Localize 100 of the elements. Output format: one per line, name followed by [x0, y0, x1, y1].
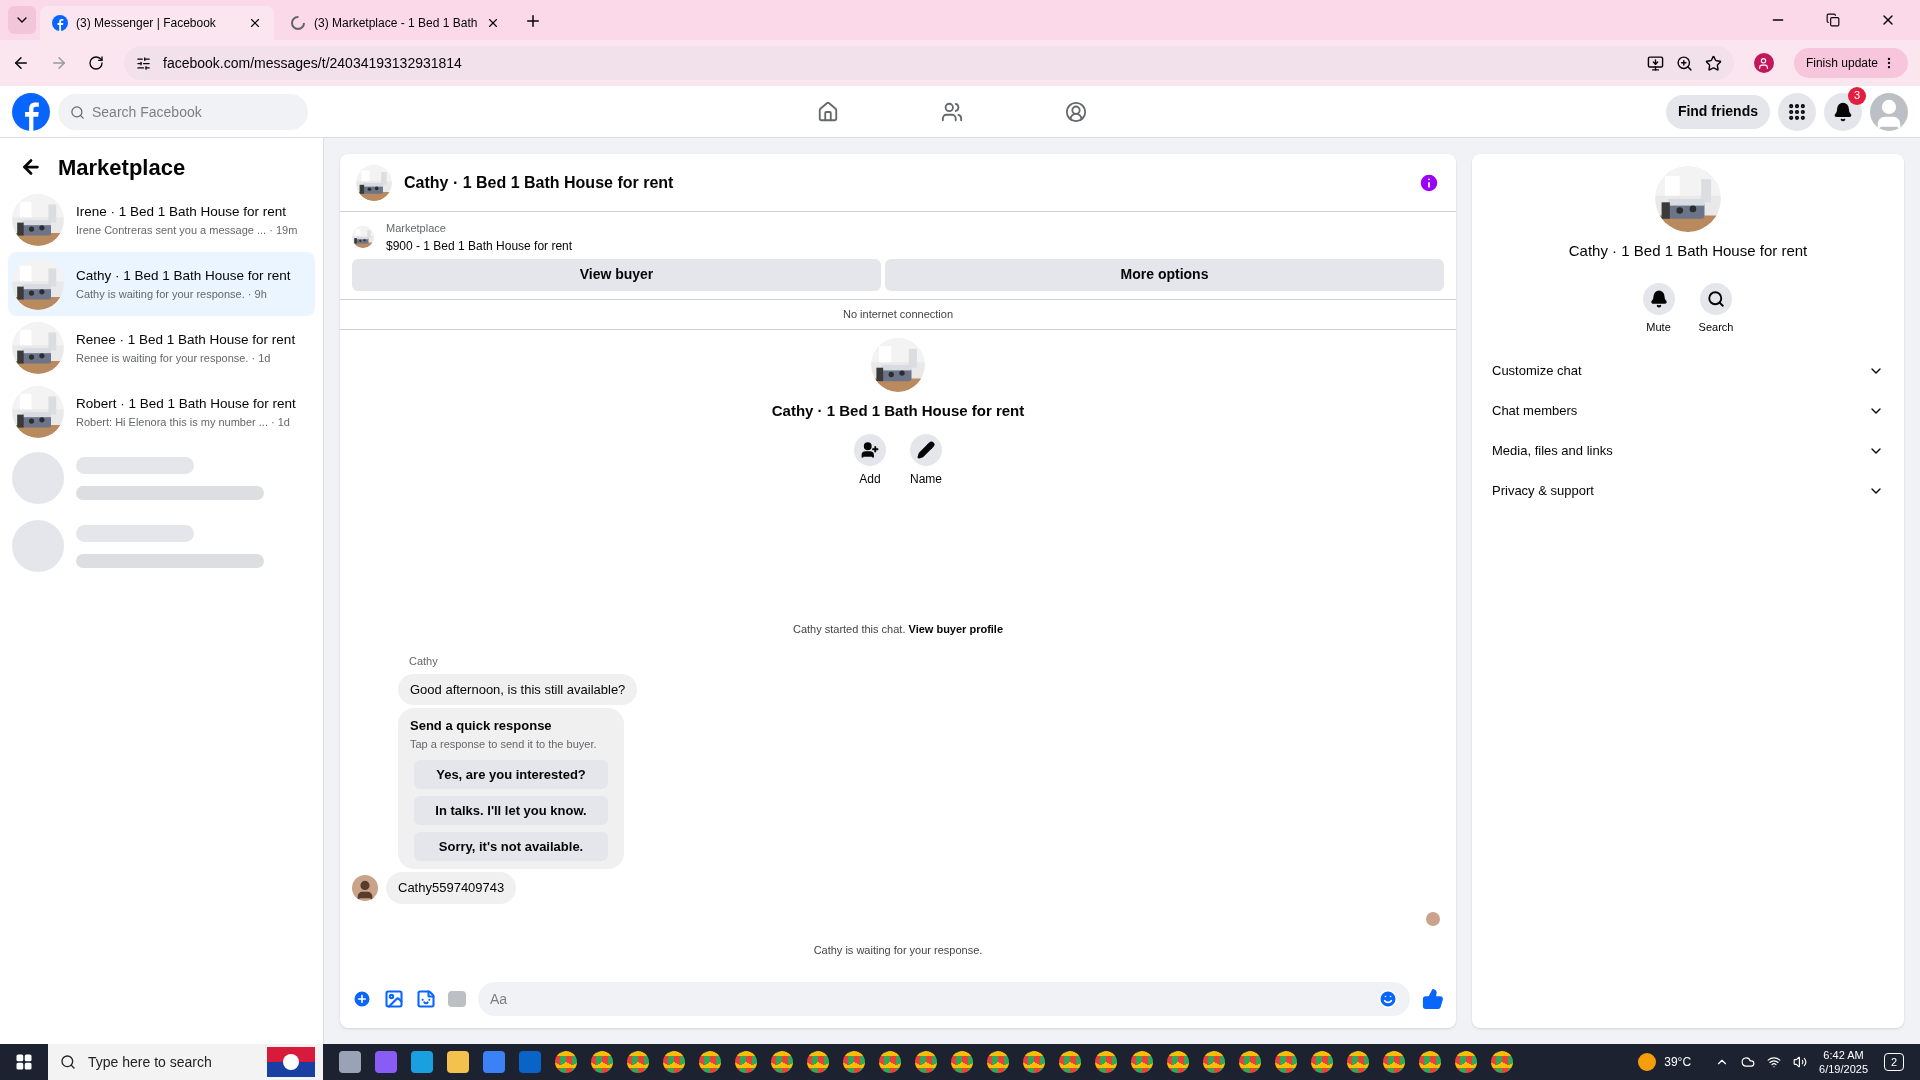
network-icon[interactable]: [1767, 1055, 1782, 1069]
sender-avatar: [352, 874, 378, 901]
search-icon: [1707, 289, 1725, 308]
browser-app-icon[interactable]: [1131, 1051, 1153, 1073]
finish-update-button[interactable]: Finish update: [1793, 48, 1908, 78]
conversation-item[interactable]: Irene · 1 Bed 1 Bath House for rent Irene Contreras sent you a message ... · 19m: [8, 188, 315, 252]
conversation-item[interactable]: Cathy · 1 Bed 1 Bath House for rent Cathy is waiting for your response. · 9h: [8, 252, 315, 316]
search-icon: [60, 1054, 76, 1070]
quick-response-option[interactable]: Sorry, it's not available.: [414, 832, 608, 861]
browser-app-icon[interactable]: [951, 1051, 973, 1073]
browser-app-icon[interactable]: [1095, 1051, 1117, 1073]
quick-response-option[interactable]: In talks. I'll let you know.: [414, 796, 608, 825]
sticker-icon[interactable]: [416, 989, 436, 1009]
browser-app-icon[interactable]: [1275, 1051, 1297, 1073]
browser-app-icon[interactable]: [807, 1051, 829, 1073]
conversation-preview: Robert: Hi Elenora this is my number ... · 1d: [76, 414, 291, 430]
profile-action-button[interactable]: [854, 434, 886, 466]
details-section[interactable]: Privacy & support: [1484, 471, 1892, 511]
volume-icon[interactable]: [1793, 1055, 1808, 1069]
tab-search-button[interactable]: [8, 6, 36, 34]
close-icon[interactable]: [486, 16, 500, 30]
browser-app-icon[interactable]: [1491, 1051, 1513, 1073]
conversation-title: Robert · 1 Bed 1 Bath House for rent: [76, 394, 296, 413]
conversation-preview: Irene Contreras sent you a message ... · 19m: [76, 222, 298, 238]
address-bar[interactable]: facebook.com/messages/t/24034193132931814: [124, 46, 1734, 80]
sidebar-title: Marketplace: [58, 153, 186, 182]
browser-app-icon[interactable]: [771, 1051, 793, 1073]
browser-app-icon[interactable]: [1203, 1051, 1225, 1073]
browser-app-icon[interactable]: [591, 1051, 613, 1073]
conversation-preview: Renee is waiting for your response. · 1d: [76, 350, 272, 366]
notification-center-badge[interactable]: 2: [1884, 1053, 1904, 1071]
zoom-icon[interactable]: [1675, 54, 1693, 72]
browser-app-icon[interactable]: [1059, 1051, 1081, 1073]
new-tab-icon[interactable]: [524, 12, 542, 30]
browser-app-icon[interactable]: [879, 1051, 901, 1073]
notification-badge: 3: [1848, 86, 1866, 105]
image-icon[interactable]: [384, 989, 404, 1009]
buyer-profile-link[interactable]: View buyer profile: [908, 622, 1004, 635]
quick-response-option[interactable]: Yes, are you interested?: [414, 760, 608, 789]
browser-tab[interactable]: (3) Marketplace - 1 Bed 1 Bath: [278, 6, 512, 40]
conversation-item[interactable]: Robert · 1 Bed 1 Bath House for rent Robert: Hi Elenora this is my number ... · 1d: [8, 380, 315, 444]
conversation-preview: Cathy is waiting for your response. · 9h: [76, 286, 268, 302]
install-icon[interactable]: [1646, 54, 1664, 72]
close-icon[interactable]: [248, 16, 262, 30]
find-friends-button[interactable]: Find friends: [1665, 94, 1770, 129]
like-icon[interactable]: [1422, 988, 1444, 1010]
profile-icon[interactable]: [1753, 53, 1774, 73]
browser-app-icon[interactable]: [627, 1051, 649, 1073]
profile-circle-icon[interactable]: [1065, 101, 1087, 123]
home-icon[interactable]: [817, 101, 839, 123]
skeleton-avatar: [12, 520, 64, 572]
message-field[interactable]: Aa: [478, 982, 1410, 1016]
browser-app-icon[interactable]: [699, 1051, 721, 1073]
site-info-icon[interactable]: [136, 55, 151, 71]
browser-app-icon[interactable]: [843, 1051, 865, 1073]
browser-app-icon[interactable]: [1455, 1051, 1477, 1073]
search-field[interactable]: Search Facebook: [58, 93, 308, 130]
details-section[interactable]: Media, files and links: [1484, 431, 1892, 471]
details-action-button[interactable]: [1642, 282, 1675, 315]
action-label: Search: [1698, 319, 1734, 335]
message-bubble: Good afternoon, is this still available?: [398, 673, 638, 705]
search-icon: [70, 104, 85, 120]
browser-app-icon[interactable]: [1347, 1051, 1369, 1073]
cloud-icon[interactable]: [1741, 1055, 1756, 1069]
details-section[interactable]: Chat members: [1484, 391, 1892, 431]
browser-app-icon[interactable]: [1167, 1051, 1189, 1073]
back-icon[interactable]: [20, 156, 42, 178]
browser-app-icon[interactable]: [1239, 1051, 1261, 1073]
menu-button[interactable]: [1778, 92, 1816, 131]
notifications-button[interactable]: [1824, 92, 1862, 131]
browser-app-icon[interactable]: [1311, 1051, 1333, 1073]
friends-icon[interactable]: [941, 101, 963, 123]
pencil-icon: [917, 441, 935, 459]
star-icon[interactable]: [1704, 54, 1722, 72]
listing-action-button[interactable]: View buyer: [352, 258, 881, 291]
reload-icon[interactable]: [88, 55, 104, 71]
plus-icon[interactable]: [352, 989, 372, 1009]
profile-action-button[interactable]: [910, 434, 942, 466]
search-highlight-icon: [267, 1047, 315, 1077]
action-label: Mute: [1646, 319, 1671, 335]
details-action-button[interactable]: [1700, 282, 1732, 315]
details-section[interactable]: Customize chat: [1484, 351, 1892, 391]
browser-app-icon[interactable]: [1023, 1051, 1045, 1073]
listing-action-button[interactable]: More options: [885, 258, 1444, 291]
clock[interactable]: 6:42 AM 6/19/2025: [1819, 1048, 1868, 1076]
restore-icon[interactable]: [1826, 13, 1840, 27]
browser-app-icon[interactable]: [1383, 1051, 1405, 1073]
facebook-logo[interactable]: [12, 92, 50, 131]
browser-app-icon[interactable]: [663, 1051, 685, 1073]
browser-tab[interactable]: (3) Messenger | Facebook: [40, 6, 274, 40]
browser-app-icon[interactable]: [987, 1051, 1009, 1073]
browser-app-icon[interactable]: [735, 1051, 757, 1073]
chat-start-note: Cathy started this chat. View buyer profile: [792, 621, 1004, 637]
conversation-item[interactable]: Renee · 1 Bed 1 Bath House for rent Renee is waiting for your response. · 1d: [8, 316, 315, 380]
back-icon[interactable]: [12, 54, 30, 72]
browser-app-icon[interactable]: [555, 1051, 577, 1073]
browser-app-icon[interactable]: [915, 1051, 937, 1073]
browser-app-icon[interactable]: [1419, 1051, 1441, 1073]
info-icon[interactable]: [1418, 171, 1440, 194]
temperature[interactable]: 39°C: [1664, 1053, 1692, 1071]
